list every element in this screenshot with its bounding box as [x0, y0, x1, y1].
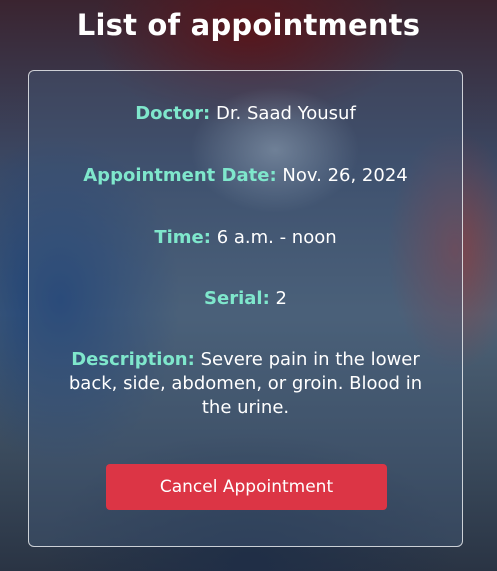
- cancel-appointment-button[interactable]: Cancel Appointment: [106, 464, 387, 510]
- page-title: List of appointments: [76, 8, 421, 42]
- serial-label: Serial:: [204, 288, 270, 309]
- doctor-value: Dr. Saad Yousuf: [215, 103, 356, 124]
- doctor-field: Doctor: Dr. Saad Yousuf: [29, 102, 462, 126]
- doctor-label: Doctor:: [135, 103, 211, 124]
- time-value: 6 a.m. - noon: [216, 227, 337, 248]
- appointment-date-field: Appointment Date: Nov. 26, 2024: [29, 164, 462, 188]
- serial-value: 2: [275, 288, 287, 309]
- time-field: Time: 6 a.m. - noon: [29, 226, 462, 250]
- description-field: Description: Severe pain in the lower ba…: [29, 348, 462, 420]
- serial-field: Serial: 2: [29, 287, 462, 311]
- time-label: Time:: [154, 227, 211, 248]
- description-label: Description:: [71, 349, 195, 370]
- appointment-card: Doctor: Dr. Saad Yousuf Appointment Date…: [28, 70, 463, 547]
- appointment-date-value: Nov. 26, 2024: [282, 165, 408, 186]
- appointment-date-label: Appointment Date:: [83, 165, 277, 186]
